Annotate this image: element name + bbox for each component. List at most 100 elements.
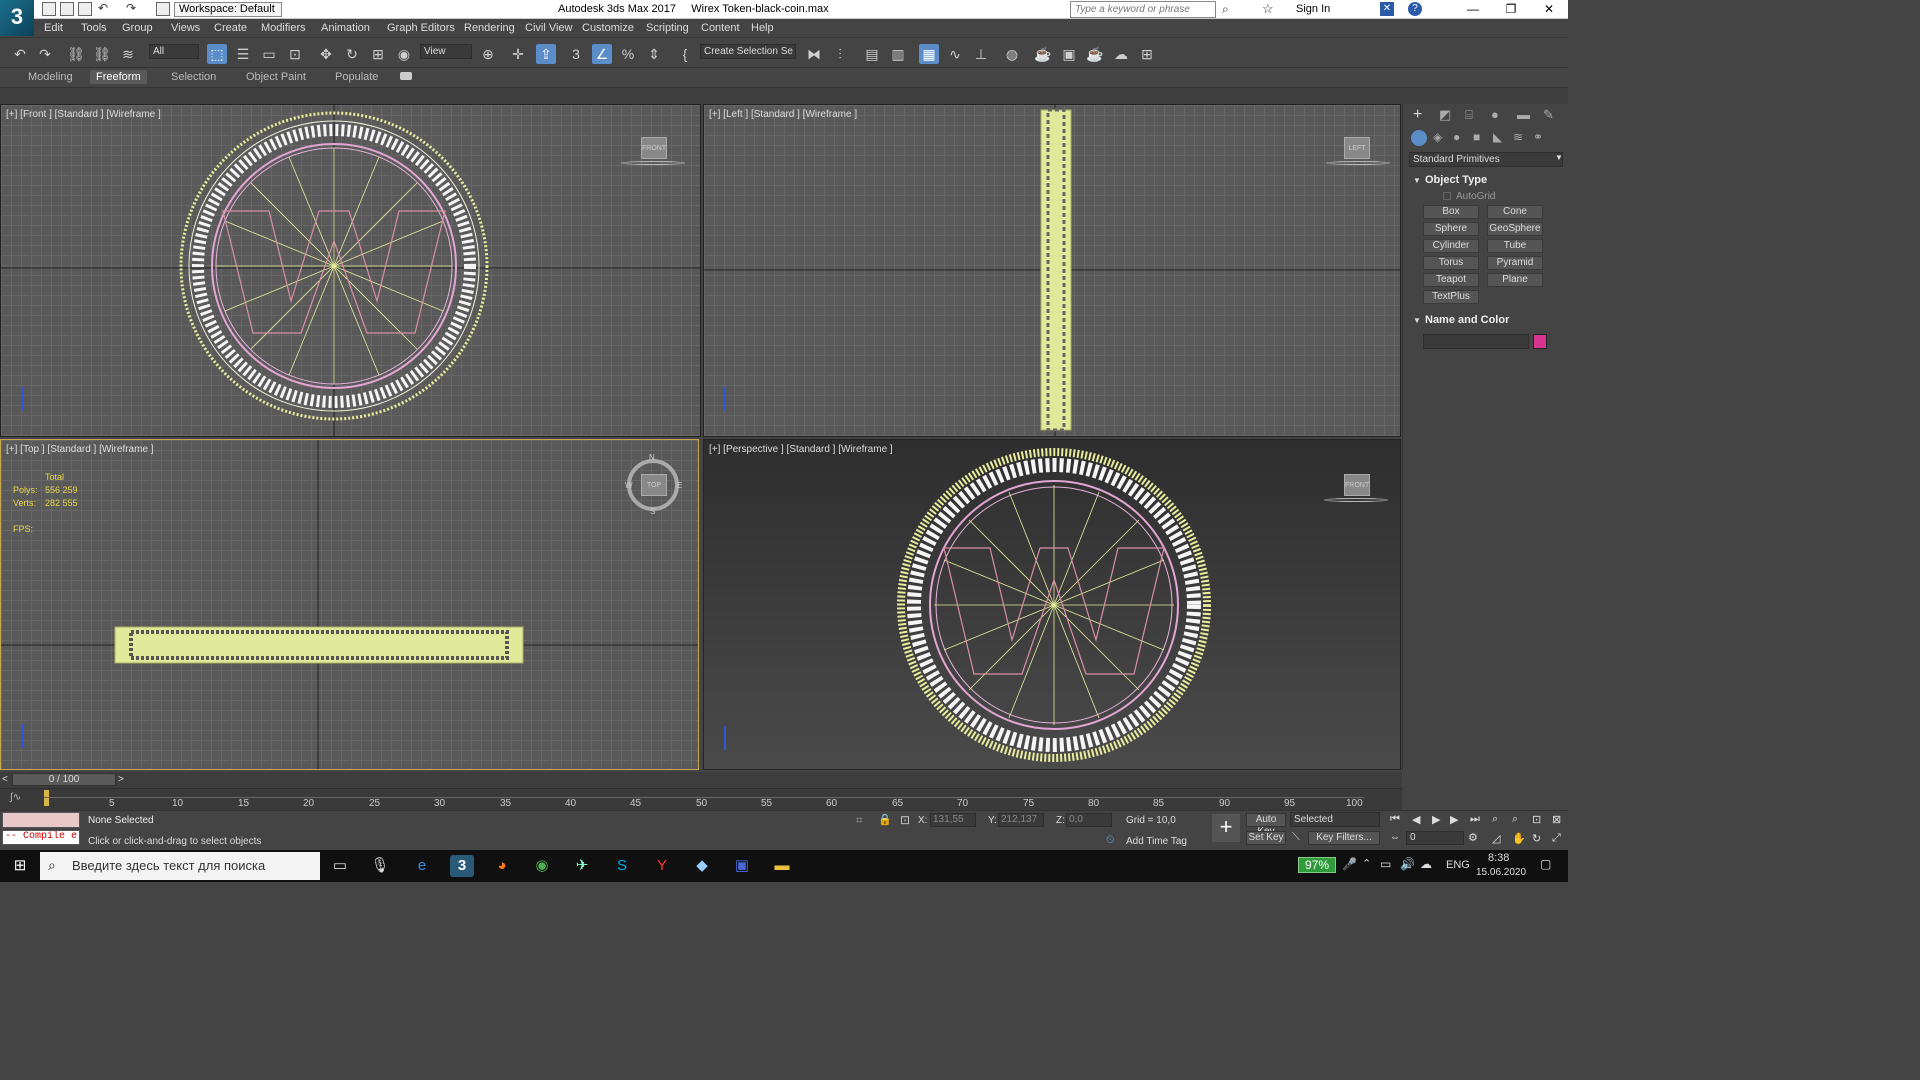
object-color-swatch[interactable]: [1533, 334, 1547, 349]
scale-icon[interactable]: ⊞: [368, 44, 388, 64]
skype-icon[interactable]: S: [610, 855, 634, 877]
menu-rendering[interactable]: Rendering: [464, 22, 515, 34]
clock-date[interactable]: 15.06.2020: [1476, 867, 1526, 878]
object-name-input[interactable]: [1423, 334, 1529, 349]
object-type-rollout-title[interactable]: Object Type: [1425, 174, 1487, 186]
pivot-center-icon[interactable]: ⊕: [478, 44, 498, 64]
unlink-icon[interactable]: ⛓: [92, 44, 112, 64]
geometry-category-icon[interactable]: [1411, 130, 1427, 146]
curve-editor-icon[interactable]: ∿: [945, 44, 965, 64]
torus-button[interactable]: Torus: [1423, 256, 1479, 270]
new-file-icon[interactable]: [42, 2, 56, 16]
helpers-category-icon[interactable]: ◣: [1493, 130, 1502, 144]
close-icon[interactable]: ✕: [1530, 0, 1568, 19]
render-online-icon[interactable]: ☁: [1111, 44, 1131, 64]
go-to-start-icon[interactable]: ⏮: [1390, 813, 1400, 826]
primitive-category-dropdown[interactable]: Standard Primitives: [1409, 152, 1563, 167]
file-explorer-icon[interactable]: ▬: [770, 855, 794, 877]
lights-category-icon[interactable]: ●: [1453, 130, 1460, 144]
material-editor-icon[interactable]: ◍: [1002, 44, 1022, 64]
menu-civil-view[interactable]: Civil View: [525, 22, 572, 34]
maxscript-output[interactable]: -- Compile e:: [2, 830, 80, 845]
viewport-left[interactable]: [+] [Left ] [Standard ] [Wireframe ] LEF…: [703, 104, 1401, 437]
key-filter-icon[interactable]: ⟍: [1292, 831, 1300, 844]
rotate-icon[interactable]: ↻: [342, 44, 362, 64]
orbit-icon[interactable]: ↻: [1532, 832, 1541, 845]
zoom-extents-all-icon[interactable]: ⊠: [1552, 813, 1561, 826]
rollout-collapse-icon[interactable]: ▼: [1413, 316, 1421, 325]
microphone-app-icon[interactable]: 🎙: [368, 855, 392, 877]
save-disk-icon[interactable]: ▣: [730, 855, 754, 877]
reference-coordinate-dropdown[interactable]: View: [420, 44, 472, 59]
move-icon[interactable]: ✥: [316, 44, 336, 64]
maximize-viewport-icon[interactable]: ⤢: [1552, 832, 1561, 845]
ribbon-tab-selection[interactable]: Selection: [171, 71, 216, 83]
percent-snap-icon[interactable]: %: [618, 44, 638, 64]
layer-explorer-icon[interactable]: ▥: [888, 44, 908, 64]
time-tag-icon[interactable]: ⏲: [1106, 834, 1115, 847]
menu-create[interactable]: Create: [214, 22, 247, 34]
yandex-browser-icon[interactable]: Y: [650, 855, 674, 877]
help-icon[interactable]: ?: [1408, 2, 1422, 16]
search-input[interactable]: Type a keyword or phrase: [1070, 1, 1216, 18]
key-mode-dropdown[interactable]: Selected: [1290, 812, 1380, 827]
geosphere-button[interactable]: GeoSphere: [1487, 222, 1543, 236]
time-slider-next-icon[interactable]: >: [118, 774, 124, 785]
rollout-collapse-icon[interactable]: ▼: [1413, 176, 1421, 185]
manage-layers-icon[interactable]: ⊞: [1137, 44, 1157, 64]
menu-scripting[interactable]: Scripting: [646, 22, 689, 34]
show-hidden-icons[interactable]: ⌃: [1362, 857, 1371, 870]
app-logo-icon[interactable]: 3: [0, 0, 34, 36]
auto-key-button[interactable]: Auto Key: [1246, 813, 1286, 837]
volume-icon[interactable]: 🔊: [1400, 857, 1415, 871]
chrome-icon[interactable]: ◉: [530, 855, 554, 877]
menu-views[interactable]: Views: [171, 22, 200, 34]
autogrid-checkbox[interactable]: [1443, 192, 1451, 200]
time-slider-prev-icon[interactable]: <: [2, 774, 8, 785]
go-to-end-icon[interactable]: ⏭: [1470, 813, 1480, 826]
maximize-icon[interactable]: ❐: [1492, 0, 1530, 19]
3ds-max-taskbar-icon[interactable]: 3: [450, 855, 474, 877]
redo-icon[interactable]: ↷: [126, 1, 136, 15]
undo-icon[interactable]: ↶: [10, 44, 30, 64]
edit-named-selection-icon[interactable]: {: [675, 44, 695, 64]
firefox-icon[interactable]: ◕: [490, 855, 514, 877]
isolate-selection-icon[interactable]: ⌗: [856, 813, 863, 828]
select-object-icon[interactable]: ⬚: [207, 44, 227, 64]
menu-group[interactable]: Group: [122, 22, 153, 34]
menu-help[interactable]: Help: [751, 22, 774, 34]
cone-button[interactable]: Cone: [1487, 205, 1543, 219]
taskbar-search-placeholder[interactable]: Введите здесь текст для поиска: [72, 858, 265, 873]
battery-indicator[interactable]: 97%: [1298, 857, 1336, 873]
menu-modifiers[interactable]: Modifiers: [261, 22, 306, 34]
bind-space-warp-icon[interactable]: ≋: [118, 44, 138, 64]
clock-time[interactable]: 8:38: [1488, 852, 1509, 864]
tube-button[interactable]: Tube: [1487, 239, 1543, 253]
mini-curve-editor-icon[interactable]: ∫∿: [10, 792, 21, 803]
systems-category-icon[interactable]: ⚭: [1533, 130, 1543, 144]
workspace-dropdown[interactable]: Workspace: Default: [174, 2, 282, 17]
selection-filter-dropdown[interactable]: All: [149, 44, 199, 59]
minimize-icon[interactable]: —: [1454, 0, 1492, 19]
y-coordinate-input[interactable]: 212,137: [998, 813, 1044, 827]
ribbon-tab-freeform[interactable]: Freeform: [90, 70, 147, 84]
sphere-button[interactable]: Sphere: [1423, 222, 1479, 236]
key-mode-toggle-icon[interactable]: ⇔: [1390, 832, 1400, 843]
space-warps-category-icon[interactable]: ≋: [1513, 130, 1523, 144]
microphone-icon[interactable]: 🎤: [1342, 857, 1357, 871]
current-frame-marker[interactable]: [44, 790, 49, 806]
hierarchy-tab-icon[interactable]: ⌸: [1465, 107, 1473, 123]
ribbon-tab-object-paint[interactable]: Object Paint: [246, 71, 306, 83]
rectangular-selection-icon[interactable]: ▭: [259, 44, 279, 64]
teapot-button[interactable]: Teapot: [1423, 273, 1479, 287]
play-icon[interactable]: ▶: [1432, 813, 1440, 826]
place-icon[interactable]: ◉: [394, 44, 414, 64]
viewcube[interactable]: FRONT: [1344, 474, 1370, 496]
plane-button[interactable]: Plane: [1487, 273, 1543, 287]
zoom-all-icon[interactable]: ⌕: [1512, 813, 1518, 826]
field-of-view-icon[interactable]: ◿: [1492, 832, 1500, 845]
ribbon-tab-modeling[interactable]: Modeling: [28, 71, 73, 83]
render-production-icon[interactable]: ☕: [1085, 44, 1105, 64]
pan-view-icon[interactable]: ✋: [1512, 832, 1526, 845]
mirror-icon[interactable]: ⧓: [804, 44, 824, 64]
